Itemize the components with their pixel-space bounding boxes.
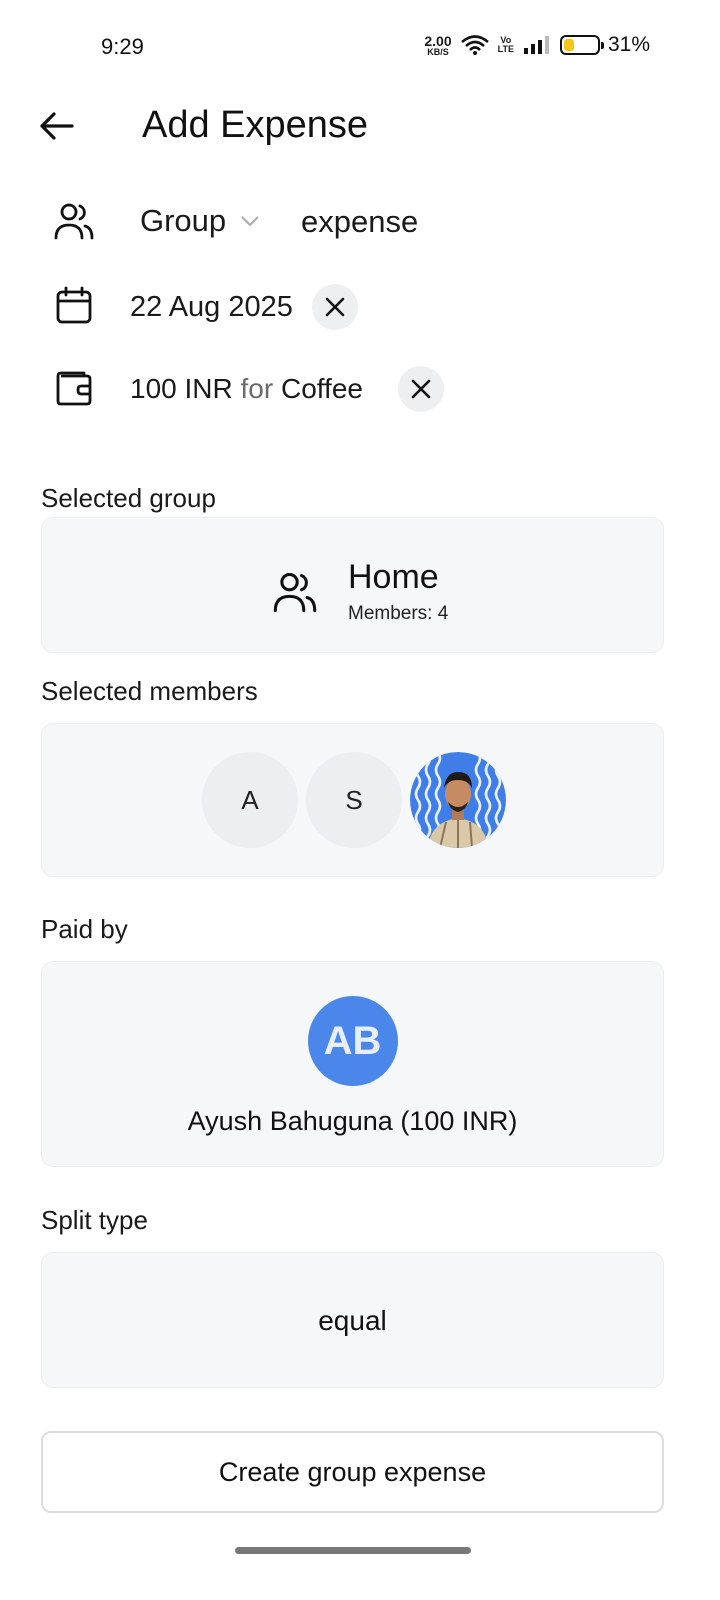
users-icon	[52, 199, 96, 243]
member-avatars: A S	[202, 752, 506, 848]
split-type-value: equal	[318, 1305, 387, 1336]
page-title: Add Expense	[142, 104, 369, 146]
paid-by-label: Paid by	[41, 914, 128, 944]
selected-group-card[interactable]: Home Members: 4	[41, 517, 664, 653]
payer-name: Ayush Bahuguna (100 INR)	[187, 1106, 518, 1136]
member-photo-avatar[interactable]	[410, 752, 506, 848]
volte-bottom: LTE	[497, 44, 514, 54]
net-speed-value: 2.00	[424, 32, 452, 49]
battery-percent: 31%	[607, 33, 650, 56]
member-avatar[interactable]: S	[306, 752, 402, 848]
close-icon	[325, 297, 345, 317]
home-indicator[interactable]	[235, 1547, 471, 1554]
status-time: 9:29	[101, 34, 144, 59]
clear-amount-button[interactable]	[398, 366, 444, 412]
amount-summary[interactable]: 100 INR for Coffee	[130, 373, 363, 405]
expense-type-label[interactable]: expense	[301, 204, 418, 240]
back-button[interactable]	[32, 102, 80, 150]
payer: AB Ayush Bahuguna (100 INR)	[42, 996, 663, 1137]
signal-icon	[523, 36, 549, 54]
paid-by-card[interactable]: AB Ayush Bahuguna (100 INR)	[41, 961, 664, 1167]
selected-group-label: Selected group	[41, 483, 216, 513]
expense-date[interactable]: 22 Aug 2025	[130, 291, 293, 324]
amount-value: 100 INR	[130, 373, 233, 404]
battery-fill	[563, 39, 574, 51]
group-select-label: Group	[140, 203, 227, 238]
close-icon	[411, 379, 431, 399]
arrow-left-icon	[40, 112, 74, 140]
split-type-label: Split type	[41, 1205, 148, 1235]
group-select[interactable]: Group	[140, 203, 260, 239]
calendar-icon	[52, 284, 96, 328]
payer-avatar: AB	[307, 996, 398, 1086]
member-avatar[interactable]: A	[202, 752, 298, 848]
wifi-icon	[460, 35, 489, 55]
split-type-card[interactable]: equal	[41, 1252, 664, 1388]
status-bar: 9:29 2.00 KB/S Vo LTE 31%	[0, 0, 720, 96]
battery-icon	[559, 35, 604, 55]
status-icons: 2.00 KB/S Vo LTE 31%	[424, 33, 650, 57]
group-info: Home Members: 4	[272, 558, 448, 625]
group-member-count: Members: 4	[348, 603, 449, 624]
chevron-down-icon	[241, 216, 259, 227]
amount-connector: for	[240, 373, 274, 404]
create-group-expense-button[interactable]: Create group expense	[41, 1431, 664, 1513]
net-speed: 2.00 KB/S	[424, 34, 451, 57]
expense-description: Coffee	[280, 373, 363, 404]
wallet-icon	[52, 366, 96, 410]
group-name: Home	[348, 558, 439, 596]
selected-members-card: A S	[41, 723, 664, 877]
clear-date-button[interactable]	[312, 284, 358, 330]
net-speed-unit: KB/S	[427, 46, 449, 57]
volte-icon: Vo LTE	[498, 36, 514, 54]
selected-members-label: Selected members	[41, 676, 258, 706]
users-icon	[273, 572, 317, 612]
